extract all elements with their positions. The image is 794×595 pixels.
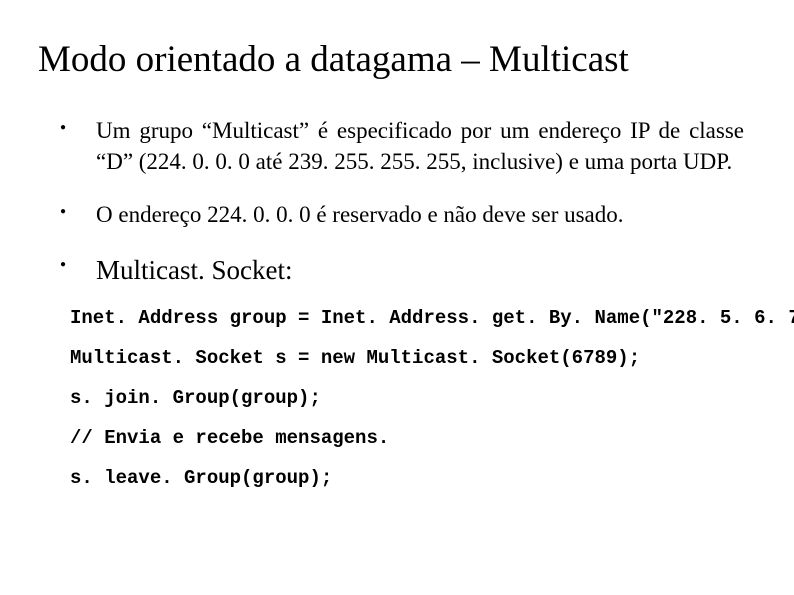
code-line-1: Inet. Address group = Inet. Address. get… bbox=[70, 307, 756, 329]
bullet-list: Um grupo “Multicast” é especificado por … bbox=[60, 115, 744, 289]
code-line-5: s. leave. Group(group); bbox=[70, 467, 756, 489]
code-block: Inet. Address group = Inet. Address. get… bbox=[70, 307, 756, 489]
code-line-3: s. join. Group(group); bbox=[70, 387, 756, 409]
bullet-item-1: Um grupo “Multicast” é especificado por … bbox=[60, 115, 744, 177]
bullet-item-2: O endereço 224. 0. 0. 0 é reservado e nã… bbox=[60, 199, 744, 230]
code-line-2: Multicast. Socket s = new Multicast. Soc… bbox=[70, 347, 756, 369]
code-line-4: // Envia e recebe mensagens. bbox=[70, 427, 756, 449]
bullet-item-3: Multicast. Socket: bbox=[60, 252, 744, 288]
slide-title: Modo orientado a datagama – Multicast bbox=[38, 38, 756, 81]
